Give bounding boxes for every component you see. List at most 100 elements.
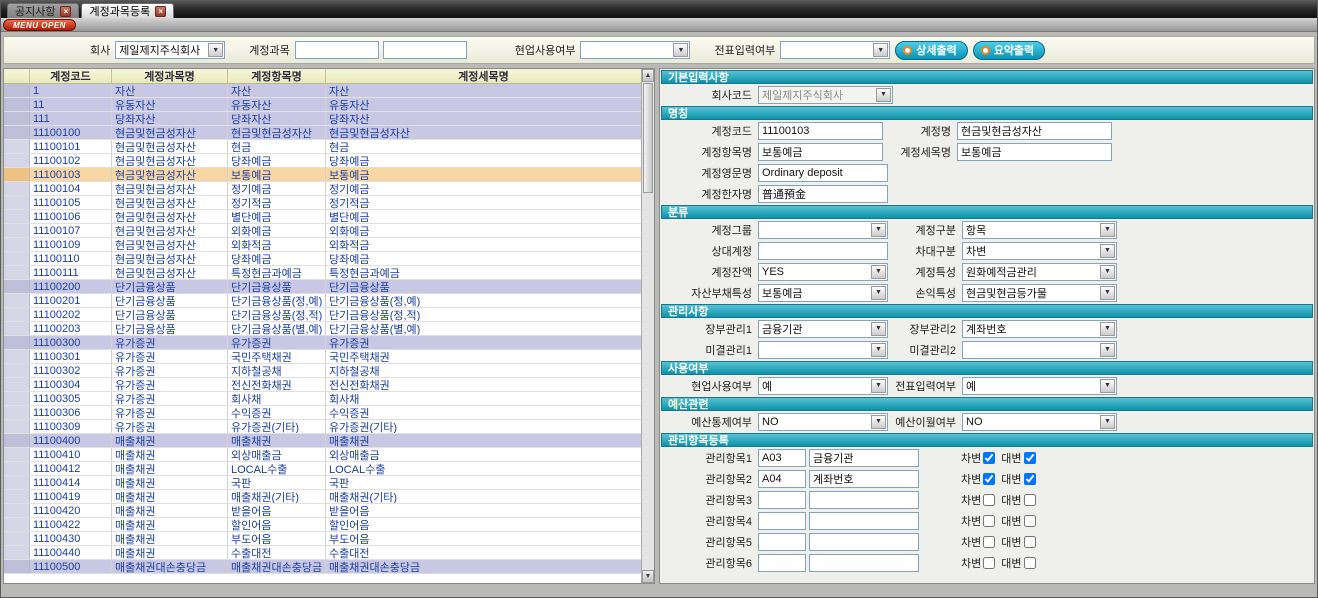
table-row[interactable]: 11100419매출채권매출채권(기타)매출채권(기타)	[4, 490, 641, 504]
account-code-input[interactable]	[758, 122, 883, 140]
mgmt-item-code-input[interactable]	[758, 491, 806, 509]
table-scrollbar[interactable]: ▲ ▼	[641, 69, 654, 583]
debit-checkbox[interactable]	[983, 515, 995, 527]
credit-checkbox[interactable]	[1024, 452, 1036, 464]
credit-checkbox[interactable]	[1024, 494, 1036, 506]
tab-notice[interactable]: 공지사항 ×	[7, 3, 79, 18]
asset-trait-select[interactable]: 보통예금 ▼	[758, 284, 888, 302]
budget-carryover-select[interactable]: NO ▼	[962, 413, 1117, 431]
mgmt-item-name-input[interactable]	[809, 491, 919, 509]
mgmt-item-name-input[interactable]	[809, 470, 919, 488]
table-row[interactable]: 1자산자산자산	[4, 84, 641, 98]
mgmt-item-code-input[interactable]	[758, 470, 806, 488]
table-row[interactable]: 11100102현금및현금성자산당좌예금당좌예금	[4, 154, 641, 168]
credit-checkbox[interactable]	[1024, 536, 1036, 548]
table-row[interactable]: 11100104현금및현금성자산정기예금정기예금	[4, 182, 641, 196]
scroll-down-icon[interactable]: ▼	[642, 570, 654, 583]
mgmt-item-code-input[interactable]	[758, 512, 806, 530]
company-select[interactable]: 제일제지주식회사 ▼	[115, 41, 225, 59]
table-row[interactable]: 11100440매출채권수출대전수출대전	[4, 546, 641, 560]
tab-account-registration[interactable]: 계정과목등록 ×	[81, 3, 174, 18]
slip-entry-select[interactable]: 예 ▼	[962, 377, 1117, 395]
english-name-input[interactable]	[758, 164, 888, 182]
table-row[interactable]: 11100103현금및현금성자산보통예금보통예금	[4, 168, 641, 182]
debit-checkbox[interactable]	[983, 536, 995, 548]
slip-entry-filter-select[interactable]: ▼	[780, 41, 890, 59]
pl-trait-select[interactable]: 현금및현금등가물 ▼	[962, 284, 1117, 302]
table-row[interactable]: 11100101현금및현금성자산현금현금	[4, 140, 641, 154]
detail-name-input[interactable]	[957, 143, 1112, 161]
detail-print-button[interactable]: 상세출력	[895, 41, 967, 60]
mgmt-item-name-input[interactable]	[809, 533, 919, 551]
table-row[interactable]: 11100203단기금융상품단기금융상품(별,예)단기금융상품(별,예)	[4, 322, 641, 336]
credit-checkbox[interactable]	[1024, 473, 1036, 485]
grid-header-detail[interactable]: 계정세목명	[326, 69, 641, 83]
table-row[interactable]: 11100300유가증권유가증권유가증권	[4, 336, 641, 350]
account-code-filter-input[interactable]	[295, 41, 379, 59]
table-row[interactable]: 11100422매출채권할인어음할인어음	[4, 518, 641, 532]
account-balance-select[interactable]: YES ▼	[758, 263, 888, 281]
table-row[interactable]: 111당좌자산당좌자산당좌자산	[4, 112, 641, 126]
debit-credit-division-select[interactable]: 차변 ▼	[962, 242, 1117, 260]
account-name-filter-input[interactable]	[383, 41, 467, 59]
credit-checkbox[interactable]	[1024, 557, 1036, 569]
table-row[interactable]: 11100201단기금융상품단기금융상품(정,예)단기금융상품(정,예)	[4, 294, 641, 308]
account-trait-select[interactable]: 원화예적금관리 ▼	[962, 263, 1117, 281]
mgmt-item-code-input[interactable]	[758, 533, 806, 551]
account-name-input[interactable]	[957, 122, 1112, 140]
table-row[interactable]: 11100410매출채권외상매출금외상매출금	[4, 448, 641, 462]
pending1-select[interactable]: ▼	[758, 341, 888, 359]
ledger1-select[interactable]: 금융기관 ▼	[758, 320, 888, 338]
mgmt-item-code-input[interactable]	[758, 554, 806, 572]
table-row[interactable]: 11100500매출채권대손충당금매출채권대손충당금매출채권대손충당금	[4, 560, 641, 574]
grid-header-subject[interactable]: 계정과목명	[112, 69, 228, 83]
table-row[interactable]: 11100106현금및현금성자산별단예금별단예금	[4, 210, 641, 224]
hanja-name-input[interactable]	[758, 185, 888, 203]
table-row[interactable]: 11100111현금및현금성자산특정현금과예금특정현금과예금	[4, 266, 641, 280]
table-row[interactable]: 11100305유가증권회사채회사채	[4, 392, 641, 406]
mgmt-item-name-input[interactable]	[809, 554, 919, 572]
table-row[interactable]: 11100430매출채권부도어음부도어음	[4, 532, 641, 546]
table-row[interactable]: 11100109현금및현금성자산외화적금외화적금	[4, 238, 641, 252]
mgmt-item-name-input[interactable]	[809, 512, 919, 530]
table-row[interactable]: 11100105현금및현금성자산정기적금정기적금	[4, 196, 641, 210]
mgmt-item-code-input[interactable]	[758, 449, 806, 467]
account-division-select[interactable]: 항목 ▼	[962, 221, 1117, 239]
grid-header-item[interactable]: 계정항목명	[228, 69, 326, 83]
debit-checkbox[interactable]	[983, 473, 995, 485]
close-icon[interactable]: ×	[60, 6, 71, 17]
debit-checkbox[interactable]	[983, 452, 995, 464]
counter-account-input[interactable]	[758, 242, 888, 260]
summary-print-button[interactable]: 요약출력	[973, 41, 1045, 60]
debit-checkbox[interactable]	[983, 494, 995, 506]
table-row[interactable]: 11100420매출채권받을어음받을어음	[4, 504, 641, 518]
mgmt-item-name-input[interactable]	[809, 449, 919, 467]
table-row[interactable]: 11100412매출채권LOCAL수출LOCAL수출	[4, 462, 641, 476]
account-group-select[interactable]: ▼	[758, 221, 888, 239]
table-row[interactable]: 11100306유가증권수익증권수익증권	[4, 406, 641, 420]
table-row[interactable]: 11100301유가증권국민주택채권국민주택채권	[4, 350, 641, 364]
table-row[interactable]: 11100302유가증권지하철공채지하철공채	[4, 364, 641, 378]
table-row[interactable]: 11100110현금및현금성자산당좌예금당좌예금	[4, 252, 641, 266]
table-row[interactable]: 11100414매출채권국판국판	[4, 476, 641, 490]
close-icon[interactable]: ×	[155, 6, 166, 17]
scroll-up-icon[interactable]: ▲	[642, 69, 654, 82]
table-row[interactable]: 11100100현금및현금성자산현금및현금성자산현금및현금성자산	[4, 126, 641, 140]
grid-header-code[interactable]: 계정코드	[30, 69, 112, 83]
table-row[interactable]: 11100107현금및현금성자산외화예금외화예금	[4, 224, 641, 238]
table-row[interactable]: 11100200단기금융상품단기금융상품단기금융상품	[4, 280, 641, 294]
company-code-select[interactable]: 제일제지주식회사 ▼	[758, 86, 893, 104]
ledger2-select[interactable]: 계좌번호 ▼	[962, 320, 1117, 338]
menu-open-button[interactable]: MENU OPEN	[3, 19, 76, 31]
item-name-input[interactable]	[758, 143, 883, 161]
pending2-select[interactable]: ▼	[962, 341, 1117, 359]
table-row[interactable]: 11100309유가증권유가증권(기타)유가증권(기타)	[4, 420, 641, 434]
table-row[interactable]: 11100304유가증권전신전화채권전신전화채권	[4, 378, 641, 392]
table-row[interactable]: 11100400매출채권매출채권매출채권	[4, 434, 641, 448]
field-use-filter-select[interactable]: ▼	[580, 41, 690, 59]
field-use-select[interactable]: 예 ▼	[758, 377, 888, 395]
table-row[interactable]: 11100202단기금융상품단기금융상품(정,적)단기금융상품(정,적)	[4, 308, 641, 322]
credit-checkbox[interactable]	[1024, 515, 1036, 527]
budget-control-select[interactable]: NO ▼	[758, 413, 888, 431]
debit-checkbox[interactable]	[983, 557, 995, 569]
